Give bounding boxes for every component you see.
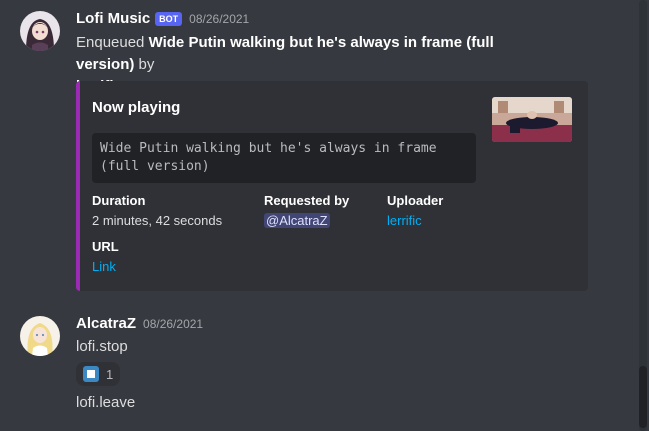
video-thumbnail[interactable] (492, 97, 572, 142)
by-text: by (134, 56, 155, 73)
message-alcatraz: AlcatraZ 08/26/2021 lofi.stop 1 lofi.lea… (0, 300, 640, 431)
field-duration-label: Duration (92, 193, 146, 208)
url-link[interactable]: Link (92, 259, 116, 274)
uploader-link[interactable]: lerrific (387, 213, 422, 228)
stop-button-icon (83, 366, 99, 382)
field-requested-label: Requested by (264, 193, 350, 208)
message-lofi-music: Lofi Music BOT 08/26/2021 Enqueued Wide … (0, 0, 640, 300)
now-playing-embed: Now playing Wide Putin walking but he's … (76, 81, 588, 291)
video-thumbnail-icon (492, 97, 572, 142)
code-line: Wide Putin walking but he's always in fr… (100, 141, 437, 156)
code-line: (full version) (100, 159, 210, 174)
timestamp[interactable]: 08/26/2021 (143, 317, 203, 331)
avatar[interactable] (20, 11, 60, 51)
bot-badge: BOT (155, 11, 183, 26)
username[interactable]: Lofi Music (76, 10, 150, 27)
reaction-count: 1 (106, 366, 114, 382)
blonde-girl-avatar-icon (20, 316, 60, 356)
field-requested-value: @AlcatraZ (264, 213, 330, 228)
message-header: AlcatraZ 08/26/2021 (76, 315, 203, 332)
code-block: Wide Putin walking but he's always in fr… (92, 133, 476, 183)
embed-title: Now playing (92, 99, 181, 116)
field-duration-value: 2 minutes, 42 seconds (92, 213, 223, 228)
enqueued-prefix: Enqueued (76, 34, 149, 51)
username[interactable]: AlcatraZ (76, 315, 136, 332)
message-line: lofi.leave (76, 394, 136, 411)
field-url-label: URL (92, 239, 119, 254)
scrollbar-thumb[interactable] (639, 366, 647, 428)
anime-girl-avatar-icon (20, 11, 60, 51)
message-header: Lofi Music BOT 08/26/2021 (76, 10, 249, 27)
reaction-button[interactable]: 1 (76, 362, 120, 386)
field-uploader-label: Uploader (387, 193, 444, 208)
timestamp[interactable]: 08/26/2021 (189, 12, 249, 26)
user-mention[interactable]: @AlcatraZ (264, 213, 330, 228)
avatar[interactable] (20, 316, 60, 356)
message-line: lofi.stop (76, 338, 128, 355)
